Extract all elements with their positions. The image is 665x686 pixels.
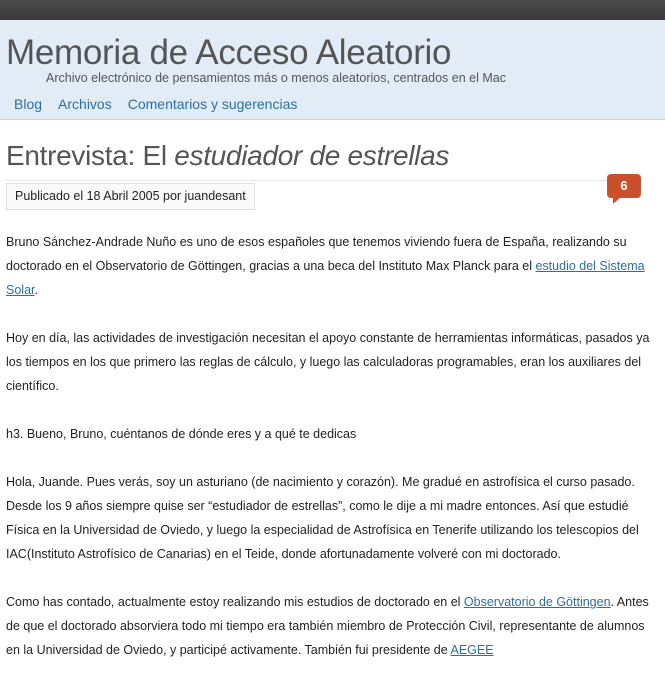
nav-item-archivos[interactable]: Archivos bbox=[58, 96, 112, 112]
paragraph-1: Bruno Sánchez-Andrade Nuño es uno de eso… bbox=[6, 230, 656, 302]
link-aegee[interactable]: AEGEE bbox=[450, 643, 493, 657]
paragraph-1-end: . bbox=[34, 283, 38, 297]
post-meta: Publicado el 18 Abril 2005 por juandesan… bbox=[6, 183, 255, 210]
comment-count-badge[interactable]: 6 bbox=[607, 174, 641, 204]
nav-item-blog[interactable]: Blog bbox=[14, 96, 42, 112]
site-description: Archivo electrónico de pensamientos más … bbox=[46, 71, 506, 85]
post-title[interactable]: Entrevista: El estudiador de estrellas bbox=[6, 140, 449, 172]
meta-divider bbox=[6, 180, 638, 181]
post-title-prefix: Entrevista: El bbox=[6, 140, 175, 171]
main-nav: Blog Archivos Comentarios y sugerencias bbox=[14, 96, 297, 112]
nav-item-comentarios[interactable]: Comentarios y sugerencias bbox=[128, 96, 298, 112]
paragraph-4: Hola, Juande. Pues verás, soy un asturia… bbox=[6, 475, 639, 561]
comment-count: 6 bbox=[620, 178, 628, 193]
paragraph-5-text: Como has contado, actualmente estoy real… bbox=[6, 595, 464, 609]
speech-bubble-tail-icon bbox=[613, 197, 621, 204]
site-header: Memoria de Acceso Aleatorio Archivo elec… bbox=[0, 20, 665, 120]
link-observatorio-gottingen[interactable]: Observatorio de Göttingen bbox=[464, 595, 611, 609]
paragraph-2: Hoy en día, las actividades de investiga… bbox=[6, 331, 650, 393]
site-title[interactable]: Memoria de Acceso Aleatorio bbox=[6, 33, 452, 73]
paragraph-1-text: Bruno Sánchez-Andrade Nuño es uno de eso… bbox=[6, 235, 627, 273]
paragraph-5: Como has contado, actualmente estoy real… bbox=[6, 590, 656, 662]
post-title-emphasis: estudiador de estrellas bbox=[174, 140, 450, 171]
browser-top-bar bbox=[0, 0, 665, 20]
post-content: Bruno Sánchez-Andrade Nuño es uno de eso… bbox=[6, 230, 656, 686]
paragraph-3: h3. Bueno, Bruno, cuéntanos de dónde ere… bbox=[6, 427, 357, 441]
